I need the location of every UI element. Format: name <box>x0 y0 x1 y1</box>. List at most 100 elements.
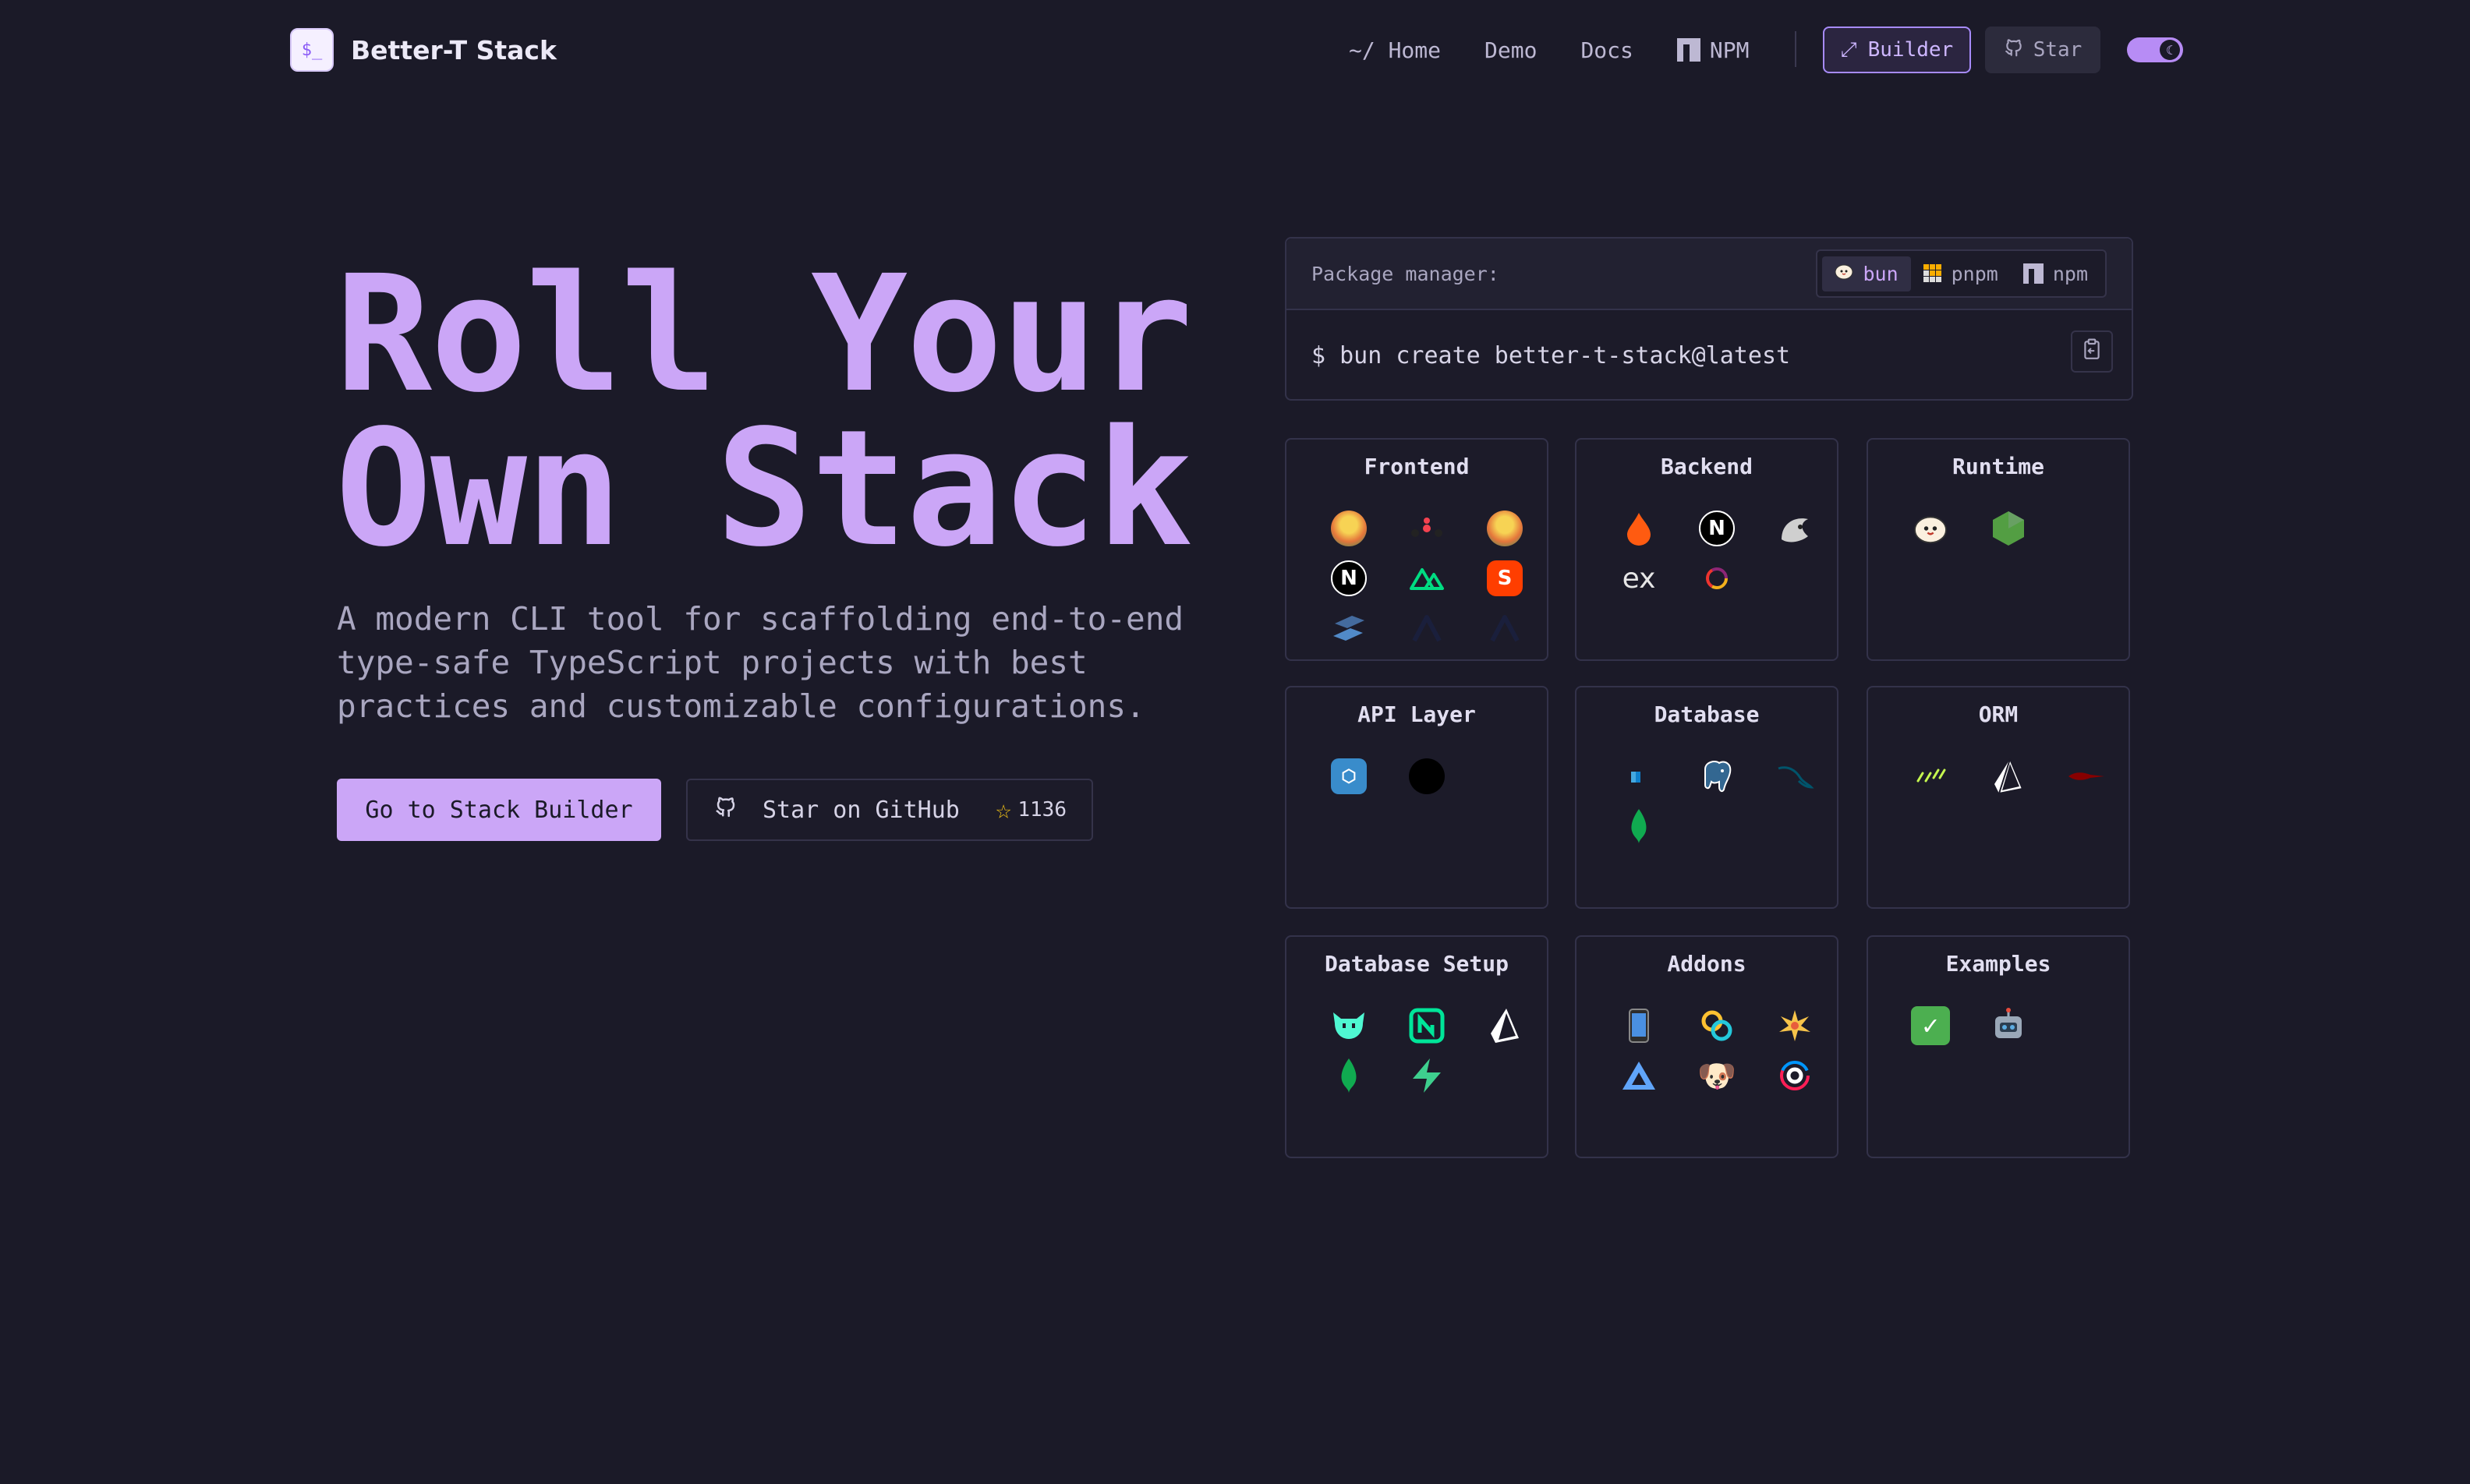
nav-demo[interactable]: Demo <box>1484 37 1537 63</box>
category-icons <box>1891 504 2125 553</box>
category-card-backend: Backend N ex <box>1575 438 1838 661</box>
github-star-button[interactable]: Star on GitHub ☆ 1136 <box>686 779 1093 841</box>
terminal-logo-icon: $_ <box>290 28 334 72</box>
pm-option-bun-label: bun <box>1863 262 1899 285</box>
category-title: Runtime <box>1952 454 2044 479</box>
husky-icon[interactable]: 🐶 <box>1678 1051 1756 1101</box>
brand[interactable]: $_ Better-T Stack <box>290 28 557 72</box>
category-title: Database <box>1654 701 1760 727</box>
turborepo-icon[interactable] <box>1756 1051 1834 1101</box>
pwa-icon[interactable] <box>1600 1001 1678 1051</box>
nav-npm[interactable]: NPM <box>1676 37 1750 63</box>
star-button[interactable]: Star <box>1985 26 2100 73</box>
mongodb-atlas-icon[interactable] <box>1310 1051 1388 1101</box>
top-nav: $_ Better-T Stack ~/ Home Demo Docs NPM … <box>0 0 2470 100</box>
react-router-icon[interactable] <box>1388 504 1466 553</box>
mongoose-icon[interactable] <box>2047 751 2125 801</box>
brand-name: Better-T Stack <box>351 34 557 65</box>
hono-icon[interactable] <box>1600 504 1678 553</box>
package-manager-selector: bun pnpm npm <box>1816 249 2107 298</box>
category-icons: N ex <box>1600 504 1834 603</box>
prisma-postgres-icon[interactable] <box>1466 1001 1544 1051</box>
nav-home[interactable]: ~/ Home <box>1349 37 1441 63</box>
solid-icon[interactable] <box>1310 603 1388 653</box>
command-text[interactable]: $ bun create better-t-stack@latest <box>1311 342 1790 369</box>
copy-button[interactable] <box>2071 330 2113 373</box>
category-icons <box>1310 1001 1544 1101</box>
hero-title-line-2: Own Stack <box>335 395 1193 582</box>
nuxt-icon[interactable] <box>1388 553 1466 603</box>
tauri-icon[interactable] <box>1678 1001 1756 1051</box>
category-title: Database Setup <box>1324 951 1509 977</box>
tanstack-router-icon[interactable] <box>1310 504 1388 553</box>
mongodb-icon[interactable] <box>1600 801 1678 851</box>
biome-icon[interactable] <box>1600 1051 1678 1101</box>
hero-title-line-1: Roll Your <box>335 241 1193 428</box>
orpc-icon[interactable] <box>1388 751 1466 801</box>
postgres-icon[interactable] <box>1678 751 1756 801</box>
package-manager-label: Package manager: <box>1311 262 1499 285</box>
pnpm-icon <box>1923 264 1942 283</box>
svelte-icon[interactable]: S <box>1466 553 1544 603</box>
bun-icon[interactable] <box>1891 504 1969 553</box>
npm-icon <box>2022 263 2044 284</box>
github-icon <box>2004 37 2024 63</box>
supabase-icon[interactable] <box>1388 1051 1466 1101</box>
next-icon[interactable]: N <box>1310 553 1388 603</box>
hero-subtitle: A modern CLI tool for scaffolding end-to… <box>337 600 1184 725</box>
express-icon[interactable]: ex <box>1600 553 1678 603</box>
next-icon[interactable]: N <box>1678 504 1756 553</box>
tanstack-start-icon[interactable] <box>1466 504 1544 553</box>
landing-page: $_ Better-T Stack ~/ Home Demo Docs NPM … <box>0 0 2470 1484</box>
category-card-orm: ORM <box>1867 686 2130 909</box>
category-icons: 🐶 <box>1600 1001 1834 1101</box>
star-label: Star <box>2033 38 2083 62</box>
category-card-database: Database <box>1575 686 1838 909</box>
category-title: Addons <box>1667 951 1746 977</box>
elysia-icon[interactable] <box>1756 504 1834 553</box>
category-title: ORM <box>1978 701 2019 727</box>
turso-icon[interactable] <box>1310 1001 1388 1051</box>
pm-option-pnpm[interactable]: pnpm <box>1911 256 2011 292</box>
prisma-icon[interactable] <box>1969 751 2047 801</box>
mysql-icon[interactable] <box>1756 751 1834 801</box>
sqlite-icon[interactable] <box>1600 751 1678 801</box>
clipboard-icon <box>2082 338 2102 365</box>
convex-icon[interactable] <box>1678 553 1756 603</box>
theme-toggle[interactable]: ☾ <box>2127 37 2183 62</box>
category-card-frontend: Frontend N S <box>1285 438 1548 661</box>
category-card-api-layer: API Layer ⬡ <box>1285 686 1548 909</box>
pm-option-npm[interactable]: npm <box>2011 256 2100 292</box>
install-command-panel: Package manager: bun pnpm npm $ bun crea… <box>1285 237 2133 401</box>
category-title: API Layer <box>1357 701 1476 727</box>
category-icons: N S <box>1310 504 1544 653</box>
category-card-runtime: Runtime <box>1867 438 2130 661</box>
trpc-icon[interactable]: ⬡ <box>1310 751 1388 801</box>
drizzle-icon[interactable] <box>1891 751 1969 801</box>
category-icons: ⬡ <box>1310 751 1544 801</box>
github-icon <box>714 795 738 825</box>
pm-option-bun[interactable]: bun <box>1822 256 1911 292</box>
nav-npm-label: NPM <box>1709 37 1750 63</box>
github-star-label: Star on GitHub <box>763 796 960 824</box>
stack-builder-button[interactable]: Go to Stack Builder <box>337 779 661 841</box>
neon-icon[interactable] <box>1388 1001 1466 1051</box>
nav-docs[interactable]: Docs <box>1580 37 1633 63</box>
category-icons <box>1891 751 2125 801</box>
nav-divider <box>1795 31 1796 67</box>
node-icon[interactable] <box>1969 504 2047 553</box>
command-line: $ bun create better-t-stack@latest <box>1286 310 2132 401</box>
native-icon[interactable] <box>1388 603 1466 653</box>
package-manager-header: Package manager: bun pnpm npm <box>1286 238 2132 310</box>
category-card-addons: Addons 🐶 <box>1575 935 1838 1158</box>
bun-icon <box>1835 263 1853 284</box>
todo-icon[interactable]: ✓ <box>1891 1001 1969 1051</box>
builder-button[interactable]: ⤢ Builder <box>1823 26 1971 73</box>
starlight-icon[interactable] <box>1756 1001 1834 1051</box>
category-card-examples: Examples ✓ <box>1867 935 2130 1158</box>
native-unistyles-icon[interactable] <box>1466 603 1544 653</box>
ai-icon[interactable] <box>1969 1001 2047 1051</box>
moon-icon: ☾ <box>2160 40 2180 60</box>
category-icons <box>1600 751 1834 851</box>
category-icons: ✓ <box>1891 1001 2125 1051</box>
